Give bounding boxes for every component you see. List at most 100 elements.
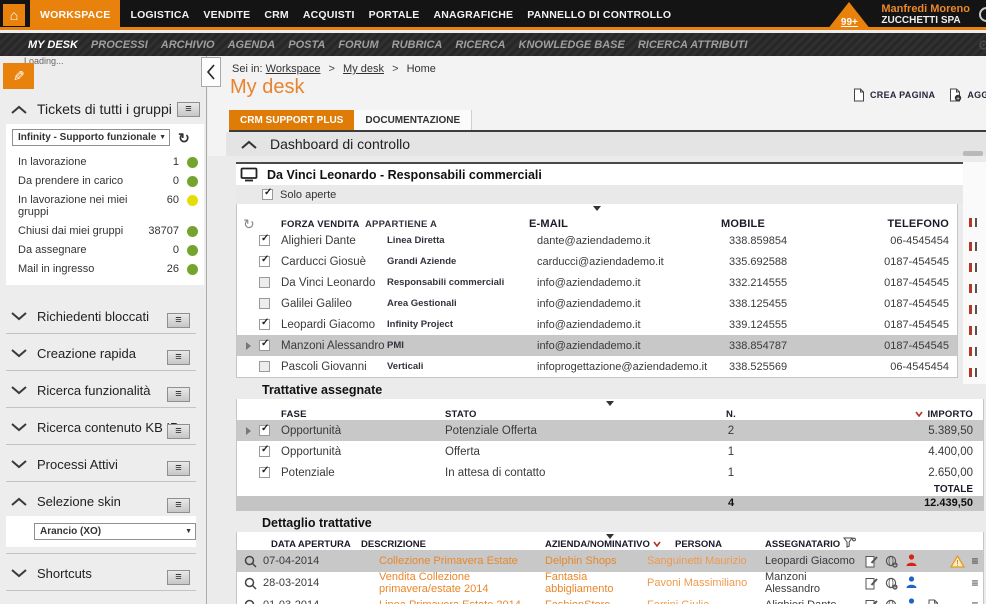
row-checkbox[interactable] bbox=[259, 277, 270, 288]
subnav-item-posta[interactable]: POSTA bbox=[288, 39, 325, 51]
deal-person-link[interactable]: Sanguinetti Maurizio bbox=[647, 555, 765, 567]
refresh-icon[interactable]: ↻ bbox=[237, 218, 281, 230]
table-collapse-icon[interactable] bbox=[606, 401, 614, 406]
menu-item-portale[interactable]: PORTALE bbox=[362, 9, 427, 30]
row-checkbox[interactable] bbox=[259, 235, 270, 246]
table-row[interactable]: Carducci Giosuè Grandi Aziende carducci@… bbox=[237, 251, 957, 272]
sidebar-item-selezione-skin[interactable]: Selezione skin ≡ bbox=[6, 488, 196, 514]
table-row[interactable]: Pascoli Giovanni Verticali infoprogettaz… bbox=[237, 356, 957, 377]
subnav-item-ricerca-attributi[interactable]: RICERCA ATTRIBUTI bbox=[638, 39, 748, 51]
edit-icon[interactable] bbox=[861, 555, 881, 568]
column-header-azienda-nominativo[interactable]: AZIENDA/NOMINATIVO bbox=[545, 539, 647, 550]
subnav-item-archivio[interactable]: ARCHIVIO bbox=[161, 39, 215, 51]
edit-icon[interactable] bbox=[861, 599, 881, 604]
search-icon[interactable] bbox=[979, 7, 986, 22]
deal-person-link[interactable]: Pavoni Massimiliano bbox=[647, 577, 765, 589]
sidebar-item-processi-attivi[interactable]: Processi Attivi ≡ bbox=[6, 451, 196, 477]
table-row[interactable]: Galilei Galileo Area Gestionali info@azi… bbox=[237, 293, 957, 314]
panel-menu-button[interactable]: ≡ bbox=[167, 350, 190, 365]
deal-person-link[interactable]: Ferrini Giulia bbox=[647, 599, 765, 604]
column-header-fase[interactable]: FASE bbox=[281, 409, 445, 420]
scrollbar-thumb[interactable] bbox=[963, 151, 983, 156]
row-checkbox[interactable] bbox=[259, 425, 270, 436]
menu-item-logistica[interactable]: LOGISTICA bbox=[123, 9, 196, 30]
column-header-stato[interactable]: STATO bbox=[445, 409, 695, 420]
sidebar-item-calendario[interactable]: Calendario ≡ bbox=[6, 597, 196, 604]
breadcrumb-link-workspace[interactable]: Workspace bbox=[266, 63, 321, 75]
table-row[interactable]: Leopardi Giacomo Infinity Project info@a… bbox=[237, 314, 957, 335]
panel-menu-button[interactable]: ≡ bbox=[167, 424, 190, 439]
menu-item-acquisti[interactable]: ACQUISTI bbox=[296, 9, 362, 30]
subnav-item-processi[interactable]: PROCESSI bbox=[91, 39, 148, 51]
panel-menu-button[interactable]: ≡ bbox=[167, 461, 190, 476]
subnav-item-agenda[interactable]: AGENDA bbox=[228, 39, 276, 51]
ticket-stat-row[interactable]: Chiusi dai miei gruppi 38707 bbox=[12, 221, 200, 240]
globe-add-icon[interactable]: + bbox=[881, 577, 901, 590]
person-icon[interactable] bbox=[901, 554, 921, 569]
row-menu-icon[interactable]: ≡ bbox=[967, 598, 983, 604]
panel-menu-button[interactable]: ≡ bbox=[167, 387, 190, 402]
tab-documentazione[interactable]: DOCUMENTAZIONE bbox=[354, 110, 472, 130]
table-row[interactable]: Opportunità Potenziale Offerta 2 5.389,5… bbox=[237, 420, 983, 441]
table-row[interactable]: Alighieri Dante Linea Diretta dante@azie… bbox=[237, 230, 957, 251]
skin-select[interactable]: Arancio (XO) ▼ bbox=[34, 523, 196, 540]
deal-description-link[interactable]: Collezione Primavera Estate bbox=[361, 555, 545, 567]
deal-company-link[interactable]: FashionStore bbox=[545, 599, 647, 604]
menu-item-vendite[interactable]: VENDITE bbox=[196, 9, 257, 30]
sidebar-item-richiedenti-bloccati[interactable]: Richiedenti bloccati ≡ bbox=[6, 303, 196, 329]
menu-item-anagrafiche[interactable]: ANAGRAFICHE bbox=[426, 9, 520, 30]
sidebar-item-shortcuts[interactable]: Shortcuts ≡ bbox=[6, 560, 196, 586]
home-icon[interactable]: ⌂ bbox=[3, 4, 25, 26]
subnav-item-rubrica[interactable]: RUBRICA bbox=[392, 39, 443, 51]
row-checkbox[interactable] bbox=[259, 361, 270, 372]
row-checkbox[interactable] bbox=[259, 467, 270, 478]
row-menu-icon[interactable]: ≡ bbox=[967, 554, 983, 568]
table-row[interactable]: Opportunità Offerta 1 4.400,00 bbox=[237, 441, 983, 462]
subnav-item-my-desk[interactable]: MY DESK bbox=[28, 39, 78, 51]
table-row[interactable]: 28-03-2014 Vendita Collezione primavera/… bbox=[237, 572, 983, 594]
panel-menu-button[interactable]: ≡ bbox=[167, 570, 190, 585]
refresh-icon[interactable]: ↻ bbox=[178, 131, 190, 145]
sidebar-item-ricerca-funzionalita[interactable]: Ricerca funzionalità ≡ bbox=[6, 377, 196, 403]
solo-aperte-checkbox[interactable] bbox=[262, 189, 273, 200]
person-icon[interactable] bbox=[901, 576, 921, 591]
table-row[interactable]: Potenziale In attesa di contatto 1 2.650… bbox=[237, 462, 983, 483]
column-header-n[interactable]: N. bbox=[695, 409, 767, 420]
column-header-forza-vendita[interactable]: FORZA VENDITA bbox=[281, 219, 365, 230]
ticket-stat-row[interactable]: Da assegnare 0 bbox=[12, 240, 200, 259]
subnav-item-forum[interactable]: FORUM bbox=[338, 39, 378, 51]
ticket-stat-row[interactable]: In lavorazione 1 bbox=[12, 152, 200, 171]
column-header-importo[interactable]: IMPORTO bbox=[767, 409, 983, 420]
menu-item-pannello-di-controllo[interactable]: PANNELLO DI CONTROLLO bbox=[520, 9, 678, 30]
tab-crm-support-plus[interactable]: CRM SUPPORT PLUS bbox=[229, 110, 354, 130]
panel-menu-button[interactable]: ≡ bbox=[167, 498, 190, 513]
column-header-email[interactable]: E-MAIL bbox=[515, 218, 707, 230]
subnav-item-knowledge-base[interactable]: KNOWLEDGE BASE bbox=[519, 39, 625, 51]
edit-page-button[interactable]: ✎ bbox=[3, 63, 34, 89]
table-row[interactable]: 07-04-2014 Collezione Primavera Estate D… bbox=[237, 550, 983, 572]
ticket-stat-row[interactable]: In lavorazione nei miei gruppi 60 bbox=[12, 190, 200, 221]
row-menu-icon[interactable]: ≡ bbox=[967, 576, 983, 590]
ticket-stat-row[interactable]: Da prendere in carico 0 bbox=[12, 171, 200, 190]
expand-row-icon[interactable] bbox=[246, 342, 251, 350]
table-row[interactable]: 01-03-2014 Linea Primavera Estate 2014 F… bbox=[237, 594, 983, 604]
sidebar-item-creazione-rapida[interactable]: Creazione rapida ≡ bbox=[6, 340, 196, 366]
row-checkbox[interactable] bbox=[259, 256, 270, 267]
column-header-data-apertura[interactable]: DATA APERTURA bbox=[263, 539, 361, 550]
aggiungi-pagina-button[interactable]: + AGGIUNGI PAGI bbox=[949, 88, 986, 102]
dashboard-section-header[interactable]: Dashboard di controllo bbox=[226, 132, 986, 156]
row-checkbox[interactable] bbox=[259, 298, 270, 309]
column-header-appartiene-a[interactable]: APPARTIENE A bbox=[365, 219, 515, 230]
column-header-mobile[interactable]: MOBILE bbox=[707, 218, 765, 230]
panel-menu-button[interactable]: ≡ bbox=[167, 313, 190, 328]
notifications-badge[interactable]: 99+ bbox=[827, 2, 871, 30]
deal-description-link[interactable]: Vendita Collezione primavera/estate 2014 bbox=[361, 571, 545, 595]
ticket-group-select[interactable]: Infinity - Supporto funzionale ▼ bbox=[12, 129, 170, 146]
column-header-telefono[interactable]: TELEFONO bbox=[765, 218, 957, 230]
table-row[interactable]: Manzoni Alessandro PMI info@aziendademo.… bbox=[237, 335, 957, 356]
column-header-descrizione[interactable]: DESCRIZIONE bbox=[361, 539, 545, 550]
menu-item-workspace[interactable]: WORKSPACE bbox=[30, 0, 120, 30]
document-icon[interactable] bbox=[928, 599, 939, 604]
globe-add-icon[interactable]: + bbox=[881, 555, 901, 568]
edit-icon[interactable] bbox=[861, 577, 881, 590]
